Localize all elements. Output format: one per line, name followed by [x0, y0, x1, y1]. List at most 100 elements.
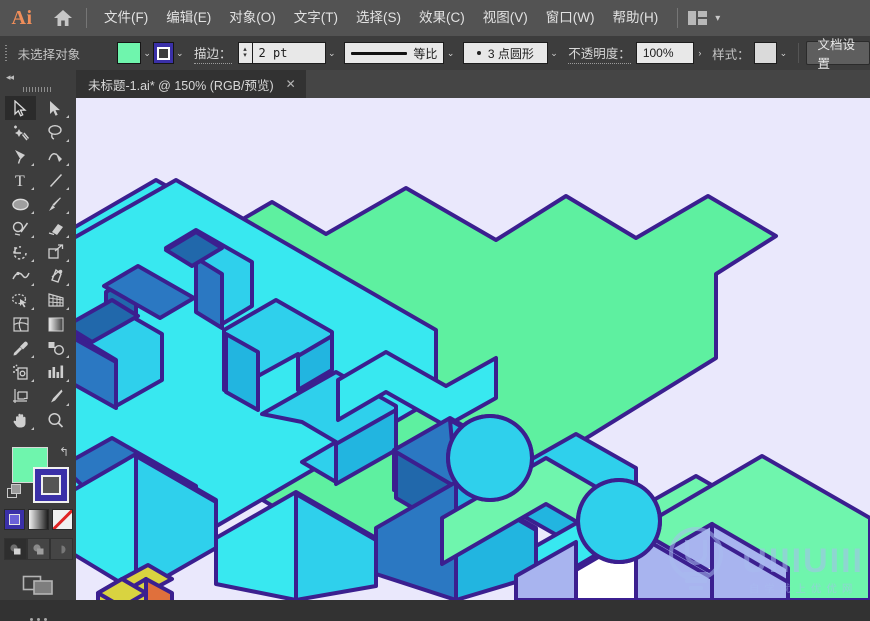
- eyedropper-tool[interactable]: [5, 336, 36, 360]
- color-mode-button[interactable]: [3, 509, 25, 530]
- menu-item-file[interactable]: 文件(F): [95, 0, 157, 36]
- stroke-weight-label[interactable]: 描边：: [194, 43, 232, 64]
- opacity-input[interactable]: 100%: [635, 42, 694, 64]
- home-icon[interactable]: [44, 0, 82, 36]
- blend-tool[interactable]: [40, 336, 71, 360]
- menu-item-edit[interactable]: 编辑(E): [157, 0, 220, 36]
- free-transform-tool[interactable]: [40, 264, 71, 288]
- draw-normal-button[interactable]: [3, 538, 27, 560]
- fill-color-swatch[interactable]: [117, 42, 141, 64]
- gradient-tool[interactable]: [40, 312, 71, 336]
- tools-panel-grip[interactable]: [0, 84, 76, 94]
- document-setup-button[interactable]: 文档设置: [806, 38, 870, 71]
- brush-definition-select[interactable]: 3 点圆形: [462, 42, 548, 64]
- magic-wand-tool[interactable]: [5, 120, 36, 144]
- artboard-tool[interactable]: [5, 384, 36, 408]
- width-tool[interactable]: [5, 264, 36, 288]
- tool-group-indicator: [31, 235, 34, 238]
- scale-tool[interactable]: [40, 240, 71, 264]
- graphic-style-swatch[interactable]: [753, 42, 778, 64]
- fill-stroke-control: ↰: [7, 445, 69, 503]
- tool-group-indicator: [31, 283, 34, 286]
- stroke-weight-stepper[interactable]: ▴ ▾: [237, 42, 252, 64]
- menu-bar: Ai 文件(F) 编辑(E) 对象(O) 文字(T) 选择(S) 效果(C) 视…: [0, 0, 870, 36]
- tool-group-indicator: [66, 211, 69, 214]
- brush-definition-caret[interactable]: ⌄: [548, 43, 560, 63]
- brush-definition-label: 3 点圆形: [487, 46, 534, 61]
- tool-group-indicator: [66, 187, 69, 190]
- control-bar-divider: [797, 43, 799, 63]
- column-graph-tool[interactable]: [40, 360, 71, 384]
- menu-divider: [86, 8, 87, 28]
- zoom-tool[interactable]: [40, 408, 71, 432]
- stroke-weight-caret[interactable]: ⌄: [326, 43, 338, 63]
- artboard-canvas[interactable]: UIIIUIII 自学就上优优网: [76, 98, 870, 600]
- symbol-sprayer-tool[interactable]: [5, 360, 36, 384]
- control-bar-grip[interactable]: [0, 36, 12, 70]
- tool-group-indicator: [31, 379, 34, 382]
- default-fill-stroke-icon[interactable]: [7, 484, 21, 498]
- draw-mode-buttons: [0, 538, 76, 560]
- tools-panel-header[interactable]: ◂◂: [0, 70, 76, 84]
- collapse-panel-icon[interactable]: ◂◂: [6, 72, 14, 83]
- shaper-tool[interactable]: [5, 216, 36, 240]
- app-logo: Ai: [11, 6, 33, 29]
- tool-grid: T: [0, 96, 76, 432]
- menu-item-object[interactable]: 对象(O): [220, 0, 285, 36]
- close-icon[interactable]: ✕: [286, 77, 296, 91]
- shape-builder-tool[interactable]: [5, 288, 36, 312]
- menu-item-help[interactable]: 帮助(H): [603, 0, 667, 36]
- draw-behind-button[interactable]: [26, 538, 50, 560]
- tool-group-indicator: [31, 427, 34, 430]
- stroke-profile-caret[interactable]: ⌄: [444, 43, 456, 63]
- opacity-expand-arrow[interactable]: ›: [694, 43, 706, 63]
- arrange-documents-icon[interactable]: [688, 11, 708, 25]
- menu-item-effect[interactable]: 效果(C): [410, 0, 474, 36]
- change-screen-mode-button[interactable]: [0, 572, 76, 596]
- line-segment-tool[interactable]: [40, 168, 71, 192]
- document-tab-title: 未标题-1.ai* @ 150% (RGB/预览): [88, 78, 274, 93]
- direct-selection-tool[interactable]: [40, 96, 71, 120]
- stroke-weight-input[interactable]: 2 pt: [251, 42, 326, 64]
- draw-inside-button[interactable]: [49, 538, 73, 560]
- document-tab[interactable]: 未标题-1.ai* @ 150% (RGB/预览) ✕: [76, 70, 306, 98]
- swap-fill-stroke-icon[interactable]: ↰: [59, 445, 69, 459]
- menu-item-view[interactable]: 视图(V): [474, 0, 537, 36]
- stroke-profile-select[interactable]: 等比: [344, 42, 445, 64]
- menu-item-window[interactable]: 窗口(W): [537, 0, 604, 36]
- tool-group-indicator: [66, 307, 69, 310]
- rotate-tool[interactable]: [5, 240, 36, 264]
- stroke-color-swatch[interactable]: [153, 42, 174, 64]
- fill-dropdown-caret[interactable]: ⌄: [141, 43, 153, 63]
- tool-group-indicator: [31, 211, 34, 214]
- ellipse-tool[interactable]: [5, 192, 36, 216]
- gradient-mode-button[interactable]: [27, 509, 49, 530]
- tool-group-indicator: [66, 259, 69, 262]
- chevron-down-icon[interactable]: ▾: [715, 13, 720, 24]
- stroke-profile-icon: [351, 51, 408, 55]
- graphic-style-caret[interactable]: ⌄: [777, 43, 789, 63]
- tool-group-indicator: [31, 355, 34, 358]
- tools-panel: ◂◂ T ↰: [0, 70, 76, 621]
- tools-divider: [0, 432, 76, 439]
- stroke-dropdown-caret[interactable]: ⌄: [174, 43, 186, 63]
- curvature-tool[interactable]: [40, 144, 71, 168]
- eraser-tool[interactable]: [40, 216, 71, 240]
- menu-item-type[interactable]: 文字(T): [285, 0, 347, 36]
- selection-tool[interactable]: [5, 96, 36, 120]
- paintbrush-tool[interactable]: [40, 192, 71, 216]
- mesh-tool[interactable]: [5, 312, 36, 336]
- perspective-grid-tool[interactable]: [40, 288, 71, 312]
- pen-tool[interactable]: [5, 144, 36, 168]
- illustrator-window: Ai 文件(F) 编辑(E) 对象(O) 文字(T) 选择(S) 效果(C) 视…: [0, 0, 870, 621]
- tool-group-indicator: [31, 163, 34, 166]
- stroke-swatch[interactable]: [33, 467, 69, 503]
- type-tool[interactable]: T: [5, 168, 36, 192]
- menu-item-select[interactable]: 选择(S): [347, 0, 410, 36]
- lasso-tool[interactable]: [40, 120, 71, 144]
- tool-group-indicator: [31, 307, 34, 310]
- opacity-label[interactable]: 不透明度：: [568, 43, 631, 64]
- none-mode-button[interactable]: [51, 509, 73, 530]
- slice-tool[interactable]: [40, 384, 71, 408]
- hand-tool[interactable]: [5, 408, 36, 432]
